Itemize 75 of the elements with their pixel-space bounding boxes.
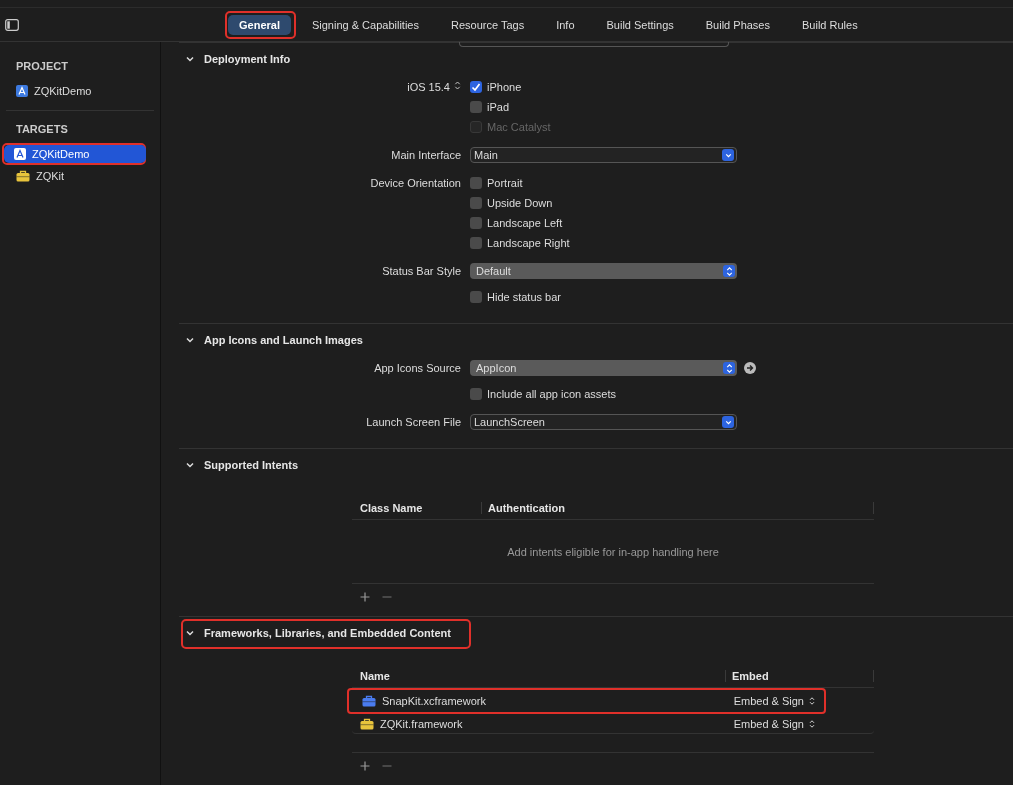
column-header[interactable]: Embed xyxy=(726,670,874,682)
chevron-down-icon[interactable] xyxy=(185,460,195,470)
checkbox[interactable] xyxy=(470,237,482,249)
checkbox-label: Landscape Right xyxy=(487,237,570,249)
checkbox-label: Upside Down xyxy=(487,197,553,209)
combo-box[interactable]: Main xyxy=(470,147,737,163)
tab[interactable]: Info xyxy=(545,14,586,35)
field-label: Device Orientation xyxy=(370,177,461,189)
sidebar-heading: TARGETS xyxy=(15,122,69,137)
checkbox-label: Portrait xyxy=(487,177,523,189)
tab[interactable]: General xyxy=(228,14,291,35)
toolbox-icon xyxy=(360,717,374,730)
tab[interactable]: Resource Tags xyxy=(440,14,536,35)
checkbox[interactable] xyxy=(470,388,482,400)
table-cell: ZQKit.framework xyxy=(380,717,463,730)
sidebar-item-label: ZQKitDemo xyxy=(34,85,92,97)
popup-button[interactable]: AppIcon xyxy=(470,360,737,376)
empty-message: Add intents eligible for in-app handling here xyxy=(507,545,719,558)
field-label: iOS 15.4 xyxy=(407,81,450,93)
up-down-chevron-icon xyxy=(808,696,816,706)
chevron-down-icon[interactable] xyxy=(185,628,195,638)
column-header[interactable]: Class Name xyxy=(352,502,482,514)
checkbox[interactable] xyxy=(470,101,482,113)
chevron-down-icon[interactable] xyxy=(185,54,195,64)
column-header[interactable]: Authentication xyxy=(482,502,874,514)
up-down-chevron-icon xyxy=(723,265,735,277)
checkbox-label: iPhone xyxy=(487,81,522,93)
checkbox-label: Include all app icon assets xyxy=(487,388,617,400)
field-label: Launch Screen File xyxy=(366,416,461,428)
sidebar-item-label: ZQKitDemo xyxy=(32,148,90,160)
toolbox-icon xyxy=(16,170,30,182)
field-label: App Icons Source xyxy=(374,362,461,374)
section-title[interactable]: App Icons and Launch Images xyxy=(204,334,363,346)
arrow-circle-icon[interactable] xyxy=(744,362,756,374)
up-down-chevron-icon xyxy=(808,718,816,729)
embed-popup[interactable]: Embed & Sign xyxy=(733,695,824,707)
checkbox[interactable] xyxy=(470,177,482,189)
checkbox[interactable] xyxy=(470,197,482,209)
checkbox-label: Mac Catalyst xyxy=(487,121,551,133)
sidebar-toggle-icon[interactable] xyxy=(5,18,19,31)
table-cell: SnapKit.xcframework xyxy=(382,695,486,707)
embed-popup[interactable]: Embed & Sign xyxy=(733,717,874,730)
popup-button[interactable]: Default xyxy=(470,263,737,279)
tab[interactable]: Signing & Capabilities xyxy=(300,14,430,35)
sidebar-item[interactable]: ZQKitDemo xyxy=(4,145,146,163)
add-icon[interactable] xyxy=(360,761,370,771)
section-title[interactable]: Deployment Info xyxy=(204,53,291,65)
dropdown-icon xyxy=(722,416,734,428)
sidebar-item[interactable]: ZQKitDemo xyxy=(6,82,144,100)
checkbox-label: Landscape Left xyxy=(487,217,563,229)
checkbox-label: Hide status bar xyxy=(487,291,561,303)
app-icon xyxy=(14,148,26,160)
dropdown-icon xyxy=(722,149,734,161)
sidebar-item[interactable]: ZQKit xyxy=(6,167,144,185)
combo-box[interactable]: LaunchScreen xyxy=(470,414,737,430)
chevron-down-icon[interactable] xyxy=(185,335,195,345)
column-header[interactable]: Name xyxy=(352,670,726,682)
checkbox[interactable] xyxy=(470,291,482,303)
checkbox[interactable] xyxy=(470,81,482,93)
checkbox[interactable] xyxy=(470,217,482,229)
tab[interactable]: Build Settings xyxy=(595,14,685,35)
app-icon xyxy=(16,85,28,97)
section-title[interactable]: Frameworks, Libraries, and Embedded Content xyxy=(204,627,451,639)
section-title[interactable]: Supported Intents xyxy=(204,459,299,471)
checkbox-label: iPad xyxy=(487,101,510,113)
toolbox-icon xyxy=(362,695,376,707)
sidebar-item-label: ZQKit xyxy=(36,170,65,182)
field-label: Main Interface xyxy=(391,149,461,161)
tab[interactable]: Build Rules xyxy=(791,14,869,35)
up-down-chevron-icon[interactable] xyxy=(454,81,461,90)
add-icon[interactable] xyxy=(360,592,370,602)
up-down-chevron-icon xyxy=(723,362,735,374)
sidebar-heading: PROJECT xyxy=(15,59,69,74)
field-label: Status Bar Style xyxy=(382,265,461,277)
tab[interactable]: Build Phases xyxy=(694,14,781,35)
